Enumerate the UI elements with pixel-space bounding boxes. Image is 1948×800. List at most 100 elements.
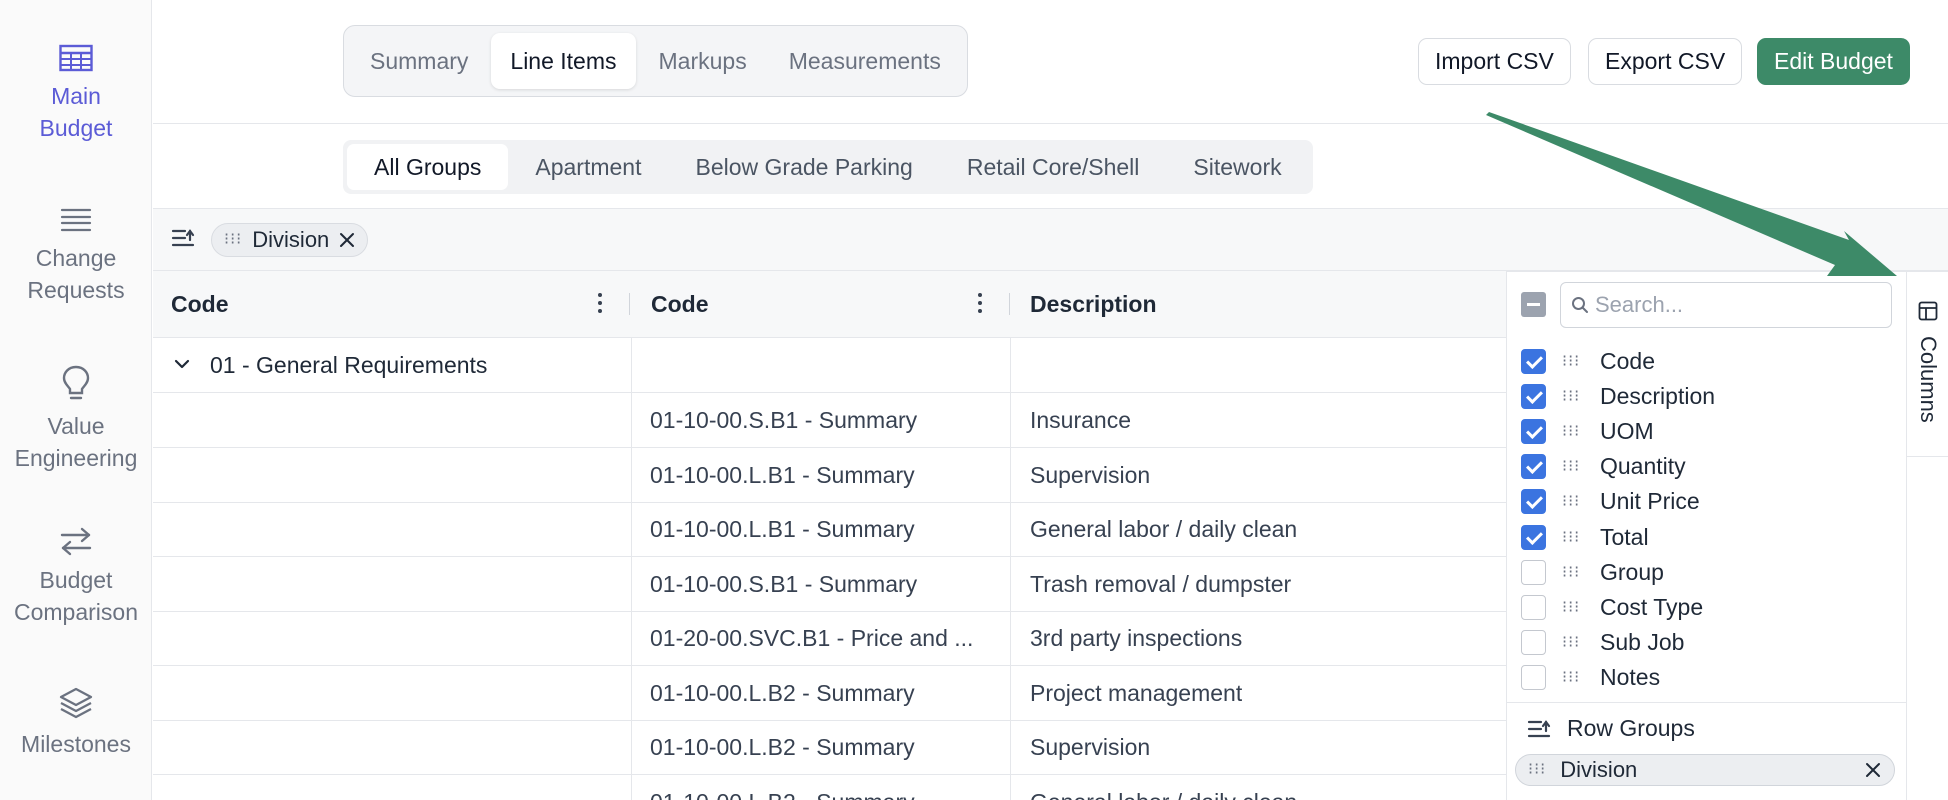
sidebar-item-label: Engineering bbox=[14, 445, 138, 471]
drag-handle-icon[interactable]: ⁝⁝⁝ bbox=[1562, 421, 1584, 441]
column-search bbox=[1560, 282, 1892, 328]
column-separator[interactable] bbox=[1009, 293, 1010, 315]
sidebar-item-value-engineering[interactable]: Value Engineering bbox=[0, 364, 152, 474]
view-tabs: Summary Line Items Markups Measurements bbox=[343, 25, 968, 97]
row-groups-section: Row Groups ⁝⁝⁝ Division bbox=[1507, 702, 1907, 800]
columns-side-tab-label: Columns bbox=[1916, 336, 1941, 423]
column-toggle-uom[interactable]: ⁝⁝⁝ UOM bbox=[1521, 416, 1654, 446]
checkbox[interactable] bbox=[1521, 664, 1546, 690]
sidebar-item-budget-comparison[interactable]: Budget Comparison bbox=[0, 526, 152, 628]
checkbox[interactable] bbox=[1521, 383, 1546, 409]
group-tab-all-groups[interactable]: All Groups bbox=[347, 144, 509, 190]
drag-handle-icon[interactable]: ⁝⁝⁝ bbox=[1528, 755, 1546, 785]
row-group-chip-division[interactable]: ⁝⁝⁝ Division bbox=[1515, 754, 1895, 786]
close-icon[interactable] bbox=[339, 232, 355, 248]
column-toggle-total[interactable]: ⁝⁝⁝ Total bbox=[1521, 522, 1649, 552]
drag-handle-icon[interactable]: ⁝⁝⁝ bbox=[1562, 491, 1584, 511]
group-tabs-bar: All Groups Apartment Below Grade Parking… bbox=[153, 124, 1948, 209]
chip-label: Division bbox=[252, 227, 330, 252]
table-row[interactable]: 01-10-00.S.B1 - Summary Insurance bbox=[153, 393, 1507, 448]
column-toggle-label: Total bbox=[1600, 523, 1649, 550]
drag-handle-icon[interactable]: ⁝⁝⁝ bbox=[1562, 351, 1584, 371]
cell-code: 01-10-00.L.B2 - Summary bbox=[650, 734, 915, 760]
checkbox[interactable] bbox=[1521, 524, 1546, 550]
drag-handle-icon[interactable]: ⁝⁝⁝ bbox=[224, 224, 242, 256]
column-toggle-unit-price[interactable]: ⁝⁝⁝ Unit Price bbox=[1521, 486, 1700, 516]
checkbox[interactable] bbox=[1521, 594, 1546, 620]
row-group-chip-division[interactable]: ⁝⁝⁝ Division bbox=[211, 223, 369, 257]
drag-handle-icon[interactable]: ⁝⁝⁝ bbox=[1562, 667, 1584, 687]
group-tab-below-grade-parking[interactable]: Below Grade Parking bbox=[668, 144, 939, 190]
group-row-label: 01 - General Requirements bbox=[210, 352, 488, 378]
column-menu-icon[interactable] bbox=[597, 293, 603, 315]
cell-description: General labor / daily clean bbox=[1030, 775, 1297, 800]
tab-summary[interactable]: Summary bbox=[351, 33, 487, 89]
cell-description: 3rd party inspections bbox=[1030, 625, 1243, 651]
group-tab-retail-core-shell[interactable]: Retail Core/Shell bbox=[940, 144, 1167, 190]
column-header-description[interactable]: Description bbox=[1030, 271, 1157, 338]
sidebar-item-main-budget[interactable]: Main Budget bbox=[0, 44, 152, 144]
checkbox[interactable] bbox=[1521, 418, 1546, 444]
column-toggle-cost-type[interactable]: ⁝⁝⁝ Cost Type bbox=[1521, 592, 1703, 622]
sidebar-item-label: Milestones bbox=[21, 731, 131, 757]
columns-side-tab[interactable]: Columns bbox=[1906, 271, 1948, 457]
sidebar-item-change-requests[interactable]: Change Requests bbox=[0, 206, 152, 306]
select-all-checkbox[interactable] bbox=[1521, 292, 1546, 317]
checkbox[interactable] bbox=[1521, 488, 1546, 514]
chip-label: Division bbox=[1560, 757, 1638, 782]
cell-code: 01-10-00.L.B1 - Summary bbox=[650, 516, 915, 542]
column-toggle-description[interactable]: ⁝⁝⁝ Description bbox=[1521, 381, 1715, 411]
sidebar-item-label: Budget bbox=[39, 567, 113, 593]
table-row[interactable]: 01-10-00.L.B1 - Summary Supervision bbox=[153, 448, 1507, 503]
import-csv-button[interactable]: Import CSV bbox=[1418, 38, 1571, 85]
column-toggle-code[interactable]: ⁝⁝⁝ Code bbox=[1521, 346, 1655, 376]
table-row[interactable]: 01-10-00.L.B2 - Summary General labor / … bbox=[153, 775, 1507, 800]
column-separator[interactable] bbox=[629, 293, 630, 315]
row-groups-title: Row Groups bbox=[1567, 715, 1695, 741]
row-group-drop-zone[interactable] bbox=[153, 209, 1948, 271]
table-row[interactable]: 01-10-00.S.B1 - Summary Trash removal / … bbox=[153, 557, 1507, 612]
tab-markups[interactable]: Markups bbox=[640, 33, 766, 89]
table-row[interactable]: 01-10-00.L.B1 - Summary General labor / … bbox=[153, 502, 1507, 557]
sidebar-item-milestones[interactable]: Milestones bbox=[0, 686, 152, 760]
column-toggle-label: UOM bbox=[1600, 417, 1654, 444]
checkbox[interactable] bbox=[1521, 629, 1546, 655]
drag-handle-icon[interactable]: ⁝⁝⁝ bbox=[1562, 456, 1584, 476]
group-tab-apartment[interactable]: Apartment bbox=[508, 144, 668, 190]
tab-measurements[interactable]: Measurements bbox=[770, 33, 960, 89]
checkbox[interactable] bbox=[1521, 453, 1546, 479]
column-header-group-code[interactable]: Code bbox=[171, 271, 229, 338]
drag-handle-icon[interactable]: ⁝⁝⁝ bbox=[1562, 562, 1584, 582]
cell-code: 01-10-00.L.B1 - Summary bbox=[650, 462, 915, 488]
drag-handle-icon[interactable]: ⁝⁝⁝ bbox=[1562, 527, 1584, 547]
column-search-input[interactable] bbox=[1595, 289, 1885, 321]
cell-description: Project management bbox=[1030, 680, 1243, 706]
column-toggle-quantity[interactable]: ⁝⁝⁝ Quantity bbox=[1521, 451, 1686, 481]
column-header-code[interactable]: Code bbox=[651, 271, 709, 338]
column-menu-icon[interactable] bbox=[977, 293, 983, 315]
export-csv-button[interactable]: Export CSV bbox=[1588, 38, 1743, 85]
drag-handle-icon[interactable]: ⁝⁝⁝ bbox=[1562, 632, 1584, 652]
table-row[interactable]: 01-20-00.SVC.B1 - Price and ... 3rd part… bbox=[153, 611, 1507, 666]
column-toggle-notes[interactable]: ⁝⁝⁝ Notes bbox=[1521, 662, 1660, 692]
column-toggle-label: Unit Price bbox=[1600, 487, 1700, 514]
edit-budget-button[interactable]: Edit Budget bbox=[1757, 38, 1910, 85]
drag-handle-icon[interactable]: ⁝⁝⁝ bbox=[1562, 386, 1584, 406]
table-row[interactable]: 01-10-00.L.B2 - Summary Supervision bbox=[153, 720, 1507, 775]
sidebar-item-label: Budget bbox=[39, 115, 113, 141]
group-row[interactable]: 01 - General Requirements bbox=[153, 338, 1507, 393]
group-tab-sitework[interactable]: Sitework bbox=[1166, 144, 1308, 190]
checkbox[interactable] bbox=[1521, 348, 1546, 374]
table-row[interactable]: 01-10-00.L.B2 - Summary Project manageme… bbox=[153, 666, 1507, 721]
checkbox[interactable] bbox=[1521, 559, 1546, 585]
cell-code: 01-10-00.S.B1 - Summary bbox=[650, 407, 918, 433]
row-group-icon bbox=[1527, 719, 1551, 737]
tab-line-items[interactable]: Line Items bbox=[491, 33, 636, 89]
cell-description: Insurance bbox=[1030, 407, 1132, 433]
column-toggle-sub-job[interactable]: ⁝⁝⁝ Sub Job bbox=[1521, 627, 1684, 657]
sidebar-item-label: Change bbox=[35, 245, 117, 271]
chevron-down-icon[interactable] bbox=[173, 357, 191, 371]
drag-handle-icon[interactable]: ⁝⁝⁝ bbox=[1562, 597, 1584, 617]
close-icon[interactable] bbox=[1864, 761, 1882, 779]
column-toggle-group[interactable]: ⁝⁝⁝ Group bbox=[1521, 557, 1664, 587]
